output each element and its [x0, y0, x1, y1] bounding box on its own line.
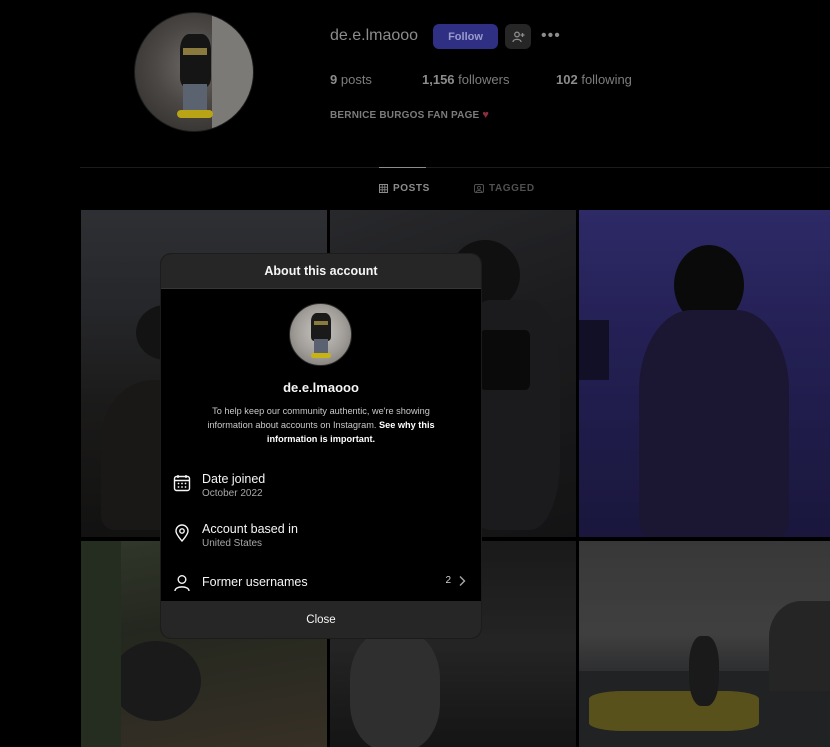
followers-count[interactable]: 1,156 followers — [422, 72, 536, 87]
profile-avatar[interactable] — [134, 12, 254, 132]
following-count[interactable]: 102 following — [556, 72, 632, 87]
tag-icon — [474, 184, 484, 193]
post-thumbnail[interactable] — [579, 210, 830, 537]
tab-posts[interactable]: POSTS — [379, 183, 430, 194]
account-based-label: Account based in — [202, 522, 298, 536]
account-based-row: Account based in United States — [173, 522, 469, 551]
chevron-right-icon[interactable] — [457, 575, 467, 587]
grid-icon — [379, 184, 388, 193]
former-usernames-label: Former usernames — [202, 574, 308, 589]
follow-button[interactable]: Follow — [433, 24, 498, 49]
person-icon — [174, 575, 190, 592]
account-based-value: United States — [202, 538, 263, 549]
dialog-title: About this account — [161, 254, 481, 289]
profile-divider — [80, 167, 830, 168]
profile-bio: BERNICE BURGOS FAN PAGE ♥ — [330, 109, 490, 121]
close-button[interactable]: Close — [161, 601, 481, 638]
date-joined-label: Date joined — [202, 472, 266, 486]
former-usernames-count: 2 — [445, 575, 451, 586]
add-user-icon — [511, 31, 524, 42]
heart-icon: ♥ — [482, 109, 490, 121]
profile-stats: 9 posts 1,156 followers 102 following — [330, 72, 652, 87]
suggest-users-button[interactable] — [505, 24, 531, 49]
dialog-username: de.e.lmaooo — [283, 380, 359, 395]
date-joined-value: October 2022 — [202, 488, 263, 499]
date-joined-row: Date joined October 2022 — [173, 472, 469, 501]
post-thumbnail[interactable] — [579, 541, 830, 747]
active-tab-indicator — [379, 167, 426, 168]
tab-tagged[interactable]: TAGGED — [474, 183, 535, 194]
about-account-dialog: About this account de.e.lmaooo To help k… — [161, 254, 481, 638]
former-usernames-row[interactable]: Former usernames — [173, 572, 469, 592]
posts-count: 9 posts — [330, 72, 372, 87]
more-options-icon[interactable]: ••• — [541, 27, 561, 45]
calendar-icon — [173, 475, 191, 492]
dialog-avatar — [289, 303, 352, 366]
location-pin-icon — [175, 524, 189, 542]
dialog-description: To help keep our community authentic, we… — [207, 406, 435, 444]
profile-username: de.e.lmaooo — [330, 27, 419, 44]
